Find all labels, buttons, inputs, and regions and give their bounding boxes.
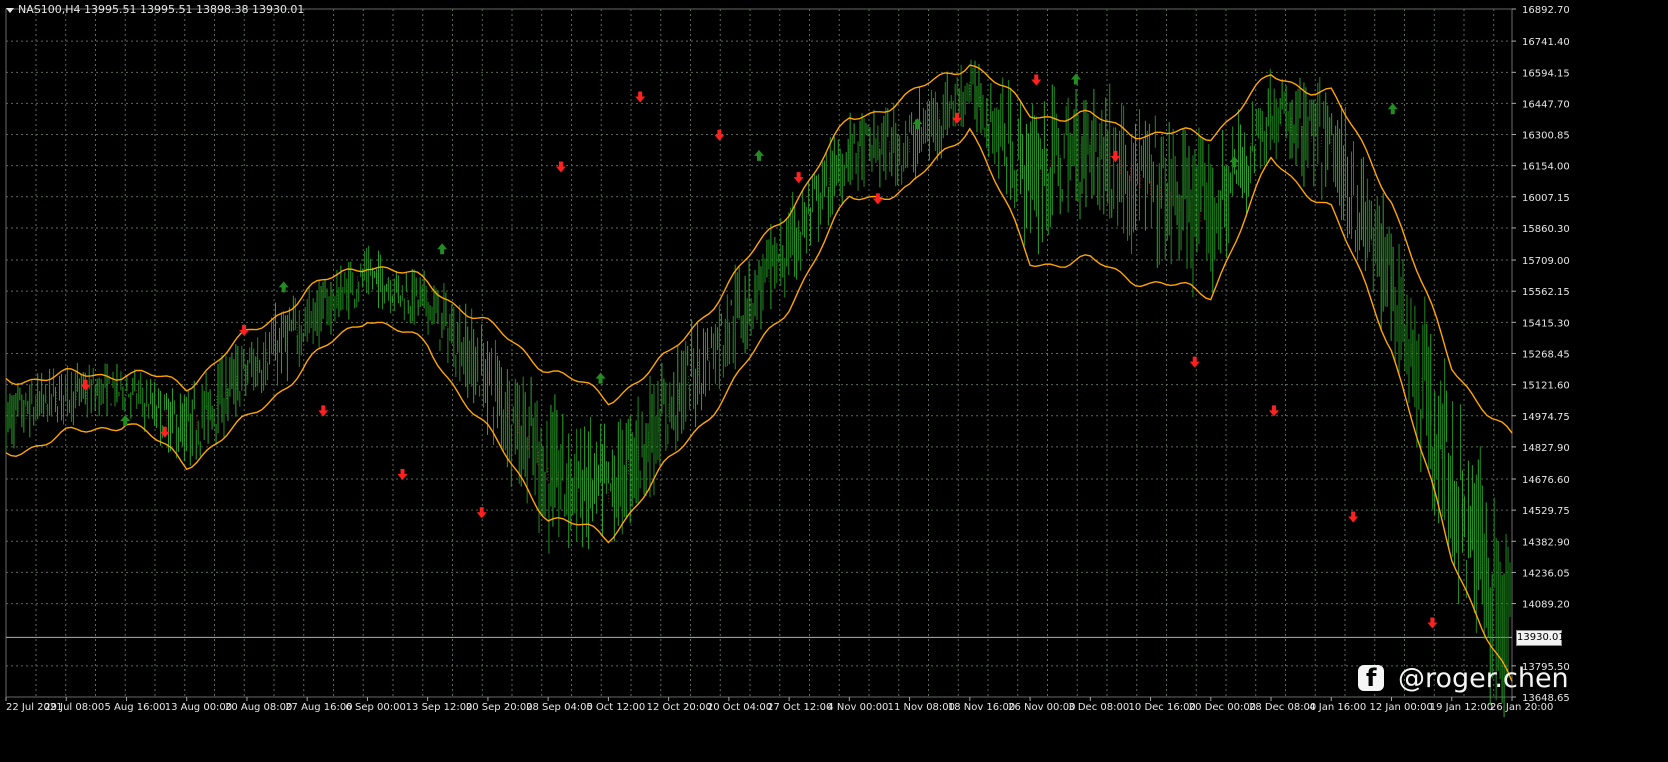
watermark-text: @roger.chen [1398,662,1569,694]
price-tick-label: 16447.70 [1522,99,1570,110]
symbol-header: NAS100,H4 13995.51 13995.51 13898.38 139… [6,2,304,18]
time-tick-label: 10 Dec 16:00 [1129,702,1196,713]
time-tick-label: 12 Jan 00:00 [1370,702,1433,713]
sell-arrow-icon [555,161,566,173]
facebook-icon [1358,664,1384,692]
price-tick-label: 15860.30 [1522,224,1570,235]
time-tick-label: 20 Aug 08:00 [225,702,292,713]
time-tick-label: 20 Dec 00:00 [1189,702,1256,713]
time-tick-label: 4 Jan 16:00 [1309,702,1366,713]
time-tick-label: 11 Nov 08:00 [888,702,955,713]
price-chart[interactable]: 16892.70 16741.40 16594.15 16447.70 16300.85… [0,0,1668,762]
watermark: @roger.chen [1358,655,1569,701]
sell-arrow-icon [397,469,408,481]
price-tick-label: 15121.60 [1522,381,1570,392]
time-tick-label: 20 Sep 20:00 [466,702,533,713]
buy-arrow-icon [1387,103,1398,115]
buy-arrow-icon [754,149,764,161]
time-tick-label: 3 Dec 08:00 [1068,702,1129,713]
sell-arrow-icon [635,91,646,103]
price-tick-label: 14236.05 [1522,568,1570,579]
time-tick-label: 4 Nov 00:00 [827,702,888,713]
price-tick-label: 16300.85 [1522,131,1570,142]
sell-arrow-icon [714,129,725,141]
current-price-label: 13930.01 [1516,630,1565,646]
sell-arrow-icon [1427,617,1438,629]
sell-arrow-icon [1348,511,1359,523]
price-tick-label: 15709.00 [1522,256,1570,267]
time-tick-label: 28 Sep 04:00 [526,702,593,713]
price-tick-label: 14676.60 [1522,475,1570,486]
price-tick-label: 14529.75 [1522,506,1570,517]
symbol-header-text: NAS100,H4 13995.51 13995.51 13898.38 139… [18,3,305,16]
time-tick-label: 13 Aug 00:00 [165,702,232,713]
buy-arrow-icon [1070,73,1081,85]
chart-window[interactable]: 16892.70 16741.40 16594.15 16447.70 16300.85… [0,0,1668,762]
sell-arrow-icon [1110,150,1121,162]
time-tick-label: 26 Jan 20:00 [1490,702,1553,713]
time-tick-label: 27 Oct 12:00 [767,702,832,713]
time-tick-label: 5 Aug 16:00 [104,702,165,713]
sell-arrow-icon [872,193,883,205]
time-tick-label: 13 Sep 12:00 [406,702,473,713]
time-tick-label: 19 Jan 12:00 [1430,702,1493,713]
sell-arrow-icon [318,405,329,417]
price-tick-label: 15268.45 [1522,349,1570,360]
sell-arrow-icon [1268,405,1279,417]
time-tick-label: 28 Dec 08:00 [1249,702,1316,713]
time-tick-label: 12 Oct 20:00 [647,702,712,713]
price-tick-label: 16154.00 [1522,162,1570,173]
buy-arrow-icon [437,243,448,255]
time-tick-label: 20 Oct 04:00 [707,702,772,713]
sell-arrow-icon [1189,356,1200,368]
price-tick-label: 15415.30 [1522,318,1570,329]
sell-arrow-icon [1031,74,1042,86]
price-tick-label: 16007.15 [1522,193,1570,204]
time-tick-label: 29 Jul 08:00 [44,702,104,713]
sell-arrow-icon [793,172,804,184]
price-tick-label: 14974.75 [1522,412,1570,423]
time-tick-label: 26 Nov 00:00 [1008,702,1075,713]
collapse-triangle-icon[interactable] [6,7,14,13]
price-tick-label: 14089.20 [1522,600,1570,611]
lower-band-line [5,127,1513,682]
price-tick-label: 16892.70 [1522,5,1570,16]
buy-arrow-icon [595,372,606,384]
time-tick-label: 27 Aug 16:00 [285,702,352,713]
price-tick-label: 15562.15 [1522,287,1570,298]
price-tick-label: 16594.15 [1522,68,1570,79]
price-tick-label: 16741.40 [1522,37,1570,48]
time-tick-label: 6 Sep 00:00 [345,702,405,713]
price-tick-label: 14382.90 [1522,537,1570,548]
sell-arrow-icon [476,507,487,519]
price-tick-label: 14827.90 [1522,443,1570,454]
time-tick-label: 5 Oct 12:00 [586,702,645,713]
time-tick-label: 18 Nov 16:00 [948,702,1015,713]
